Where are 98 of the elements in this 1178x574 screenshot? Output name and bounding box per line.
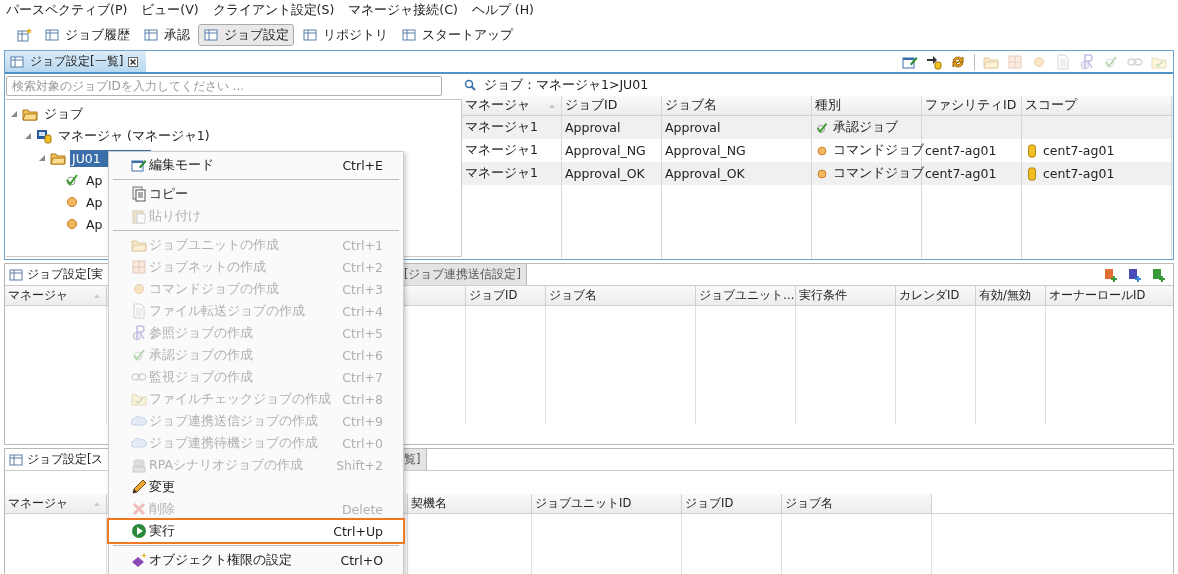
tree-item[interactable]: Ap	[84, 193, 105, 211]
table-icon	[203, 27, 219, 43]
circle-icon	[131, 281, 147, 297]
shortcut-text: Ctrl+E	[342, 157, 383, 173]
circle-icon	[64, 216, 80, 232]
table-icon	[302, 27, 318, 43]
perspective-button[interactable]: リポジトリ	[297, 24, 393, 46]
table-cell: 承認ジョブ	[833, 119, 898, 136]
clipboard-icon	[131, 208, 147, 224]
cloud-icon	[131, 435, 147, 451]
tree-item[interactable]: ジョブ	[42, 104, 85, 124]
perspective-button[interactable]: スタートアップ	[396, 24, 518, 46]
cloud-icon	[131, 413, 147, 429]
add-icon[interactable]	[1127, 266, 1143, 283]
add-icon[interactable]	[1151, 266, 1167, 283]
perspective-button[interactable]: ジョブ設定	[198, 24, 294, 46]
table-cell: コマンドジョブ	[833, 165, 924, 182]
view-tab[interactable]: ジョブ設定[一覧]	[5, 51, 147, 72]
shortcut-text: Shift+2	[336, 457, 383, 473]
folder-icon	[50, 150, 66, 166]
table-cell: Approval	[565, 120, 621, 135]
table-cell: Approval_NG	[665, 143, 746, 158]
shortcut-text: Delete	[341, 501, 383, 517]
folder-icon	[131, 237, 147, 253]
refresh-icon[interactable]	[950, 53, 966, 70]
shortcut-text: Ctrl+6	[342, 347, 383, 363]
table-cell: Approval_OK	[565, 166, 645, 181]
folder-check-icon	[131, 391, 147, 407]
check-icon	[131, 347, 147, 363]
menu-item[interactable]: クライアント設定(S)	[206, 2, 343, 19]
shortcut-text: Ctrl+0	[342, 435, 383, 451]
new-perspective-icon[interactable]	[16, 27, 32, 43]
shortcut-text: Ctrl+O	[340, 552, 383, 568]
close-icon[interactable]	[128, 56, 139, 67]
table-icon	[143, 27, 159, 43]
table-cell: マネージャ1	[465, 165, 538, 182]
table-cell: コマンドジョブ	[833, 142, 924, 159]
shortcut-text: Ctrl+9	[342, 413, 383, 429]
breadcrumb-text: ジョブ：マネージャ1>JU01	[484, 76, 649, 94]
menu-item[interactable]: コピー	[109, 183, 403, 205]
menu-item[interactable]: オブジェクト権限の設定 Ctrl+O	[109, 549, 403, 571]
menu-item[interactable]: 編集モード Ctrl+E	[109, 154, 403, 176]
pencil-icon	[131, 479, 147, 495]
check-icon	[815, 120, 829, 135]
table-cell: Approval_NG	[565, 143, 646, 158]
shortcut-text: Ctrl+2	[342, 259, 383, 275]
expand-arrow-icon[interactable]	[38, 154, 46, 162]
menu-item[interactable]: パースペクティブ(P)	[0, 2, 136, 19]
folder-icon	[22, 106, 38, 122]
tab-title: ジョブ設定[一覧]	[30, 53, 124, 70]
table-icon	[44, 27, 60, 43]
search-icon[interactable]	[464, 79, 476, 91]
tree-item[interactable]: Ap	[84, 171, 105, 189]
document-icon	[131, 303, 147, 319]
table-cell: cent7-ag01	[1043, 143, 1115, 158]
tree-item[interactable]: マネージャ (マネージャ1)	[56, 126, 212, 146]
search-field[interactable]: 検索対象のジョブIDを入力してください ...	[6, 76, 442, 96]
table-cell: マネージャ1	[465, 119, 538, 136]
play-icon	[131, 523, 147, 539]
tree-item[interactable]: Ap	[84, 215, 105, 233]
shortcut-text: Ctrl+1	[342, 237, 383, 253]
add-icon[interactable]	[1103, 266, 1119, 283]
table-cell: cent7-ag01	[925, 143, 997, 158]
menu-item[interactable]: 実行 Ctrl+Up	[109, 520, 403, 542]
cylinder-icon	[1025, 143, 1039, 158]
table-cell: Approval	[665, 120, 721, 135]
shortcut-text: Ctrl+3	[342, 281, 383, 297]
menu-item[interactable]: ヘルプ (H)	[465, 2, 542, 19]
check-icon	[64, 172, 80, 188]
expand-arrow-icon[interactable]	[24, 132, 32, 140]
table-cell: cent7-ag01	[1043, 166, 1115, 181]
diamond-icon	[131, 552, 147, 568]
shortcut-text: Ctrl+4	[342, 303, 383, 319]
menu-item[interactable]: 変更	[109, 476, 403, 498]
table-cell: Approval_OK	[665, 166, 745, 181]
menu-item[interactable]: マネージャ接続(C)	[342, 2, 466, 19]
shortcut-text: Ctrl+5	[342, 325, 383, 341]
perspective-button[interactable]: ジョブ履歴	[39, 24, 135, 46]
expand-arrow-icon[interactable]	[10, 110, 18, 118]
delete-icon	[131, 501, 147, 517]
perspective-button[interactable]: 承認	[138, 24, 195, 46]
grid-icon	[131, 259, 147, 275]
cylinder-icon	[1025, 166, 1039, 181]
table-cell: cent7-ag01	[925, 166, 997, 181]
table-icon	[401, 27, 417, 43]
edit-icon	[131, 157, 147, 173]
table-icon	[9, 53, 25, 70]
circle-icon	[815, 166, 829, 181]
copy-icon	[131, 186, 147, 202]
server-icon	[36, 128, 52, 144]
table-cell: マネージャ1	[465, 142, 538, 159]
transfer-icon[interactable]	[926, 53, 942, 70]
shortcut-text: Ctrl+Up	[333, 523, 383, 539]
shortcut-text: Ctrl+7	[342, 369, 383, 385]
circle-icon	[815, 143, 829, 158]
shortcut-text: Ctrl+8	[342, 391, 383, 407]
circle-icon	[64, 194, 80, 210]
menu-item[interactable]: ビュー(V)	[135, 2, 207, 19]
